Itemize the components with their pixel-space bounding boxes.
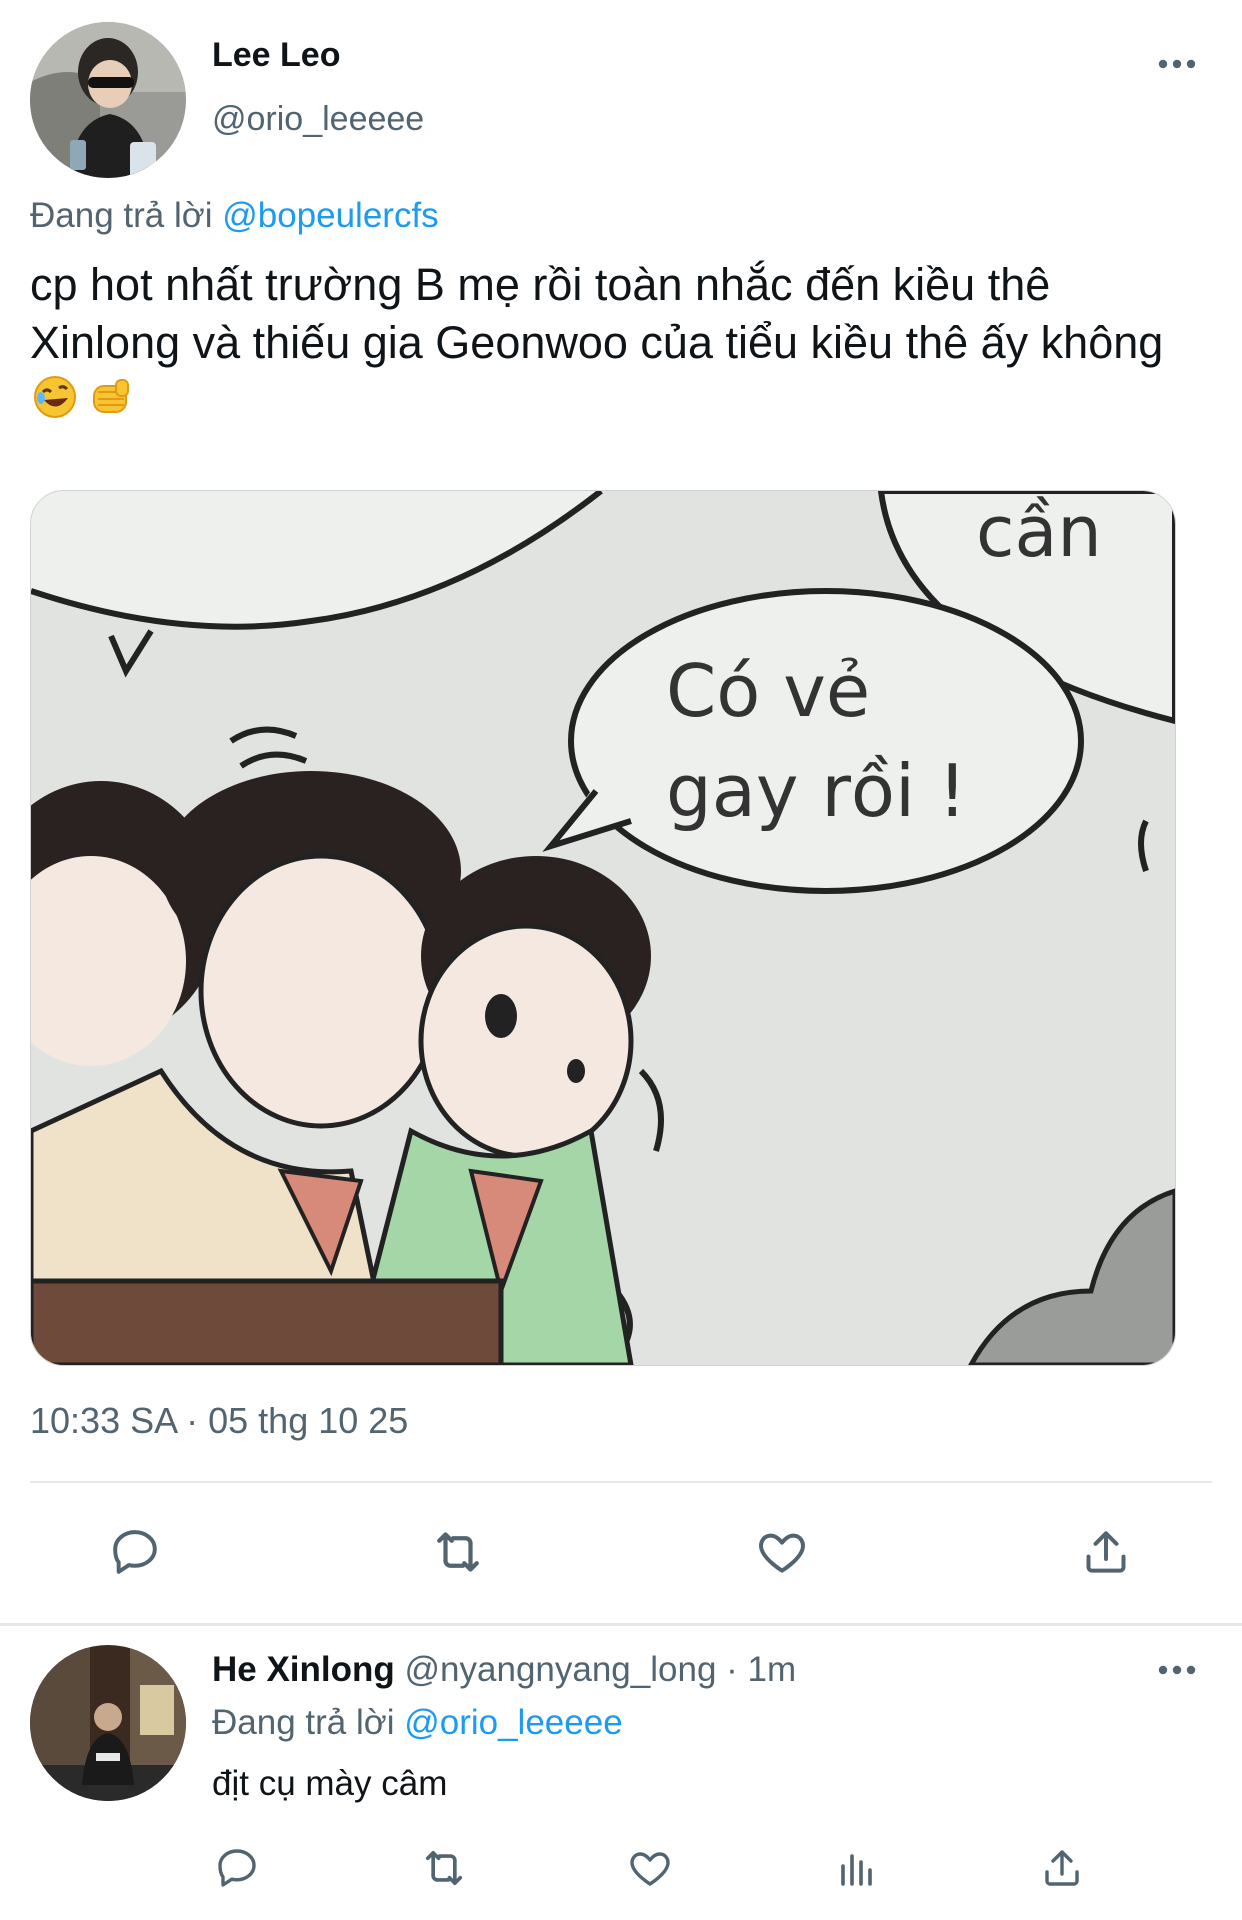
tweet-body: cp hot nhất trường B mẹ rồi toàn nhắc đế…	[30, 259, 1164, 368]
reply-reply-button[interactable]	[205, 1836, 269, 1900]
author-handle[interactable]: @orio_leeeee	[212, 100, 424, 139]
like-button[interactable]	[744, 1514, 820, 1590]
speech-line-1: Có vẻ	[666, 649, 870, 733]
reply-views-button[interactable]	[825, 1836, 889, 1900]
reply-replying-prefix: Đang trả lời	[212, 1703, 405, 1742]
reply-share-button[interactable]	[1030, 1836, 1094, 1900]
tweet-timestamp[interactable]: 10:33 SA · 05 thg 10 25	[30, 1400, 408, 1442]
reply-time[interactable]: 1m	[748, 1650, 797, 1689]
reply-author-avatar[interactable]	[30, 1645, 186, 1801]
corner-text: cần	[976, 491, 1102, 573]
reply-replying-to: Đang trả lời @orio_leeeee	[212, 1703, 623, 1743]
views-icon	[841, 1854, 872, 1886]
reply-header: He Xinlong @nyangnyang_long · 1m	[212, 1650, 796, 1690]
reply-icon	[218, 1849, 256, 1887]
section-separator	[0, 1623, 1242, 1626]
rofl-emoji	[32, 374, 78, 434]
replying-to-prefix: Đang trả lời	[30, 196, 223, 235]
like-icon	[759, 1533, 805, 1573]
share-icon	[1086, 1531, 1126, 1573]
fist-emoji	[88, 374, 134, 434]
reply-text: địt cụ mày câm	[212, 1764, 448, 1803]
divider	[30, 1481, 1212, 1483]
speech-line-2: gay rồi !	[666, 749, 967, 833]
retweet-button[interactable]	[420, 1514, 496, 1590]
reply-separator: ·	[716, 1650, 748, 1689]
tweet-image[interactable]: cần Có vẻ gay rồi !	[30, 490, 1176, 1366]
share-button[interactable]	[1068, 1514, 1144, 1590]
replying-to-mention[interactable]: @bopeulercfs	[222, 196, 438, 235]
reply-icon	[113, 1530, 157, 1574]
retweet-icon	[437, 1532, 479, 1572]
reply-retweet-button[interactable]	[412, 1836, 476, 1900]
retweet-icon	[425, 1850, 463, 1886]
reply-author-handle[interactable]: @nyangnyang_long	[405, 1650, 717, 1689]
more-options-icon[interactable]	[1155, 52, 1199, 76]
replying-to: Đang trả lời @bopeulercfs	[30, 196, 439, 236]
tweet-text: cp hot nhất trường B mẹ rồi toàn nhắc đế…	[30, 256, 1210, 434]
author-name[interactable]: Lee Leo	[212, 36, 340, 75]
reply-author-name[interactable]: He Xinlong	[212, 1650, 395, 1689]
reply-like-button[interactable]	[618, 1836, 682, 1900]
author-avatar[interactable]	[30, 22, 186, 178]
like-icon	[630, 1852, 670, 1886]
reply-button[interactable]	[97, 1514, 173, 1590]
share-icon	[1045, 1850, 1079, 1886]
more-options-icon[interactable]	[1155, 1658, 1199, 1682]
reply-replying-mention[interactable]: @orio_leeeee	[404, 1703, 622, 1742]
